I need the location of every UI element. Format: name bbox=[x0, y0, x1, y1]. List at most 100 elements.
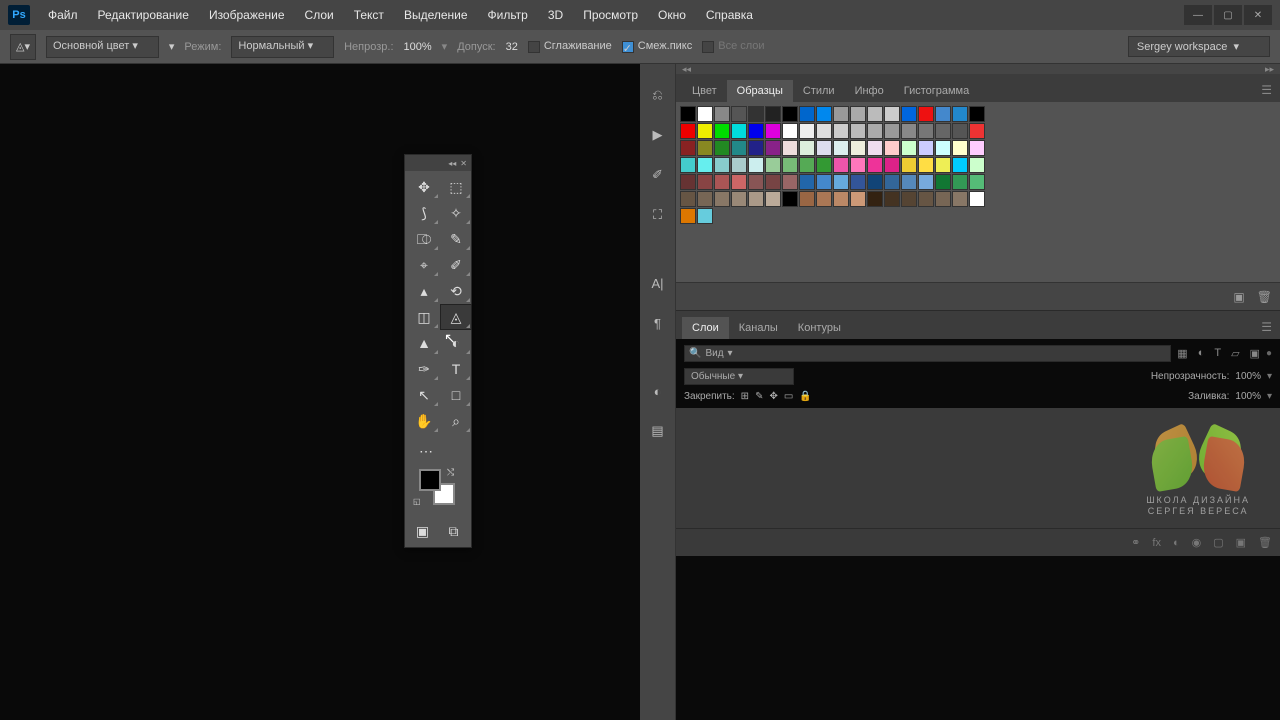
adjustments-panel-icon[interactable]: ◐ bbox=[647, 380, 669, 402]
filter-toggle-icon[interactable]: ● bbox=[1266, 348, 1272, 359]
swatch[interactable] bbox=[765, 106, 781, 122]
lasso-tool[interactable]: ⟆ bbox=[409, 201, 439, 225]
swatch[interactable] bbox=[969, 106, 985, 122]
bucket-icon[interactable]: ◬▾ bbox=[10, 34, 36, 60]
swatch[interactable] bbox=[884, 191, 900, 207]
swatch[interactable] bbox=[697, 208, 713, 224]
filter-adjust-icon[interactable]: ◐ bbox=[1198, 347, 1205, 360]
layer-opacity-value[interactable]: 100% bbox=[1235, 371, 1261, 382]
workspace-select[interactable]: Sergey workspace ▾ bbox=[1128, 36, 1270, 57]
antialias-checkbox[interactable]: Сглаживание bbox=[528, 40, 612, 52]
swatch[interactable] bbox=[697, 140, 713, 156]
swatch[interactable] bbox=[884, 174, 900, 190]
canvas[interactable]: ◂◂✕ ✥⬚⟆✧⎄✎⌖✐▴⟲◫◬▲◐✑T↖□✋⌕ ⋯ ⤭ ◱ ▣ ⧉ ↖ bbox=[0, 64, 640, 720]
menu-выделение[interactable]: Выделение bbox=[394, 4, 478, 26]
pen-tool[interactable]: ✑ bbox=[409, 357, 439, 381]
swatch[interactable] bbox=[782, 191, 798, 207]
swatch[interactable] bbox=[935, 174, 951, 190]
swatch[interactable] bbox=[748, 174, 764, 190]
swatch[interactable] bbox=[952, 123, 968, 139]
swatch[interactable] bbox=[748, 140, 764, 156]
swatch[interactable] bbox=[680, 208, 696, 224]
swatch[interactable] bbox=[952, 174, 968, 190]
lock-all-icon[interactable]: 🔒 bbox=[799, 391, 811, 402]
adjustment-layer-icon[interactable]: ◉ bbox=[1192, 536, 1202, 549]
quickmask-button[interactable]: ▣ bbox=[409, 519, 436, 543]
type-tool[interactable]: T bbox=[441, 357, 471, 381]
swatch[interactable] bbox=[918, 157, 934, 173]
swatch[interactable] bbox=[935, 123, 951, 139]
swatch[interactable] bbox=[731, 191, 747, 207]
blend-mode-select[interactable]: Обычные ▾ bbox=[684, 368, 794, 385]
menu-файл[interactable]: Файл bbox=[38, 4, 88, 26]
panel-menu-icon[interactable]: ☰ bbox=[1253, 78, 1280, 102]
swatch[interactable] bbox=[799, 140, 815, 156]
layer-filter-select[interactable]: 🔍 Вид ▾ bbox=[684, 345, 1171, 362]
foreground-color[interactable] bbox=[419, 469, 441, 491]
swatch[interactable] bbox=[782, 174, 798, 190]
swatch[interactable] bbox=[969, 123, 985, 139]
stamp-tool[interactable]: ▴ bbox=[409, 279, 439, 303]
swatch[interactable] bbox=[935, 106, 951, 122]
swatch[interactable] bbox=[782, 123, 798, 139]
swatch[interactable] bbox=[850, 123, 866, 139]
swatch[interactable] bbox=[748, 106, 764, 122]
tab-каналы[interactable]: Каналы bbox=[729, 317, 788, 339]
swatch[interactable] bbox=[833, 140, 849, 156]
filter-shape-icon[interactable]: ▱ bbox=[1231, 347, 1239, 360]
swatch[interactable] bbox=[816, 106, 832, 122]
new-swatch-icon[interactable]: ▣ bbox=[1233, 290, 1244, 304]
filter-pixel-icon[interactable]: ▦ bbox=[1177, 347, 1187, 360]
panel-menu-icon[interactable]: ☰ bbox=[1253, 315, 1280, 339]
collapse-right-icon[interactable]: ▸▸ bbox=[1265, 64, 1274, 74]
delete-layer-icon[interactable]: 🗑 bbox=[1258, 536, 1272, 549]
swatch[interactable] bbox=[816, 191, 832, 207]
tolerance-value[interactable]: 32 bbox=[506, 41, 518, 53]
swatch[interactable] bbox=[969, 157, 985, 173]
swatch[interactable] bbox=[867, 157, 883, 173]
swatch[interactable] bbox=[748, 157, 764, 173]
swatch[interactable] bbox=[680, 140, 696, 156]
history-panel-icon[interactable]: ⎌ bbox=[647, 84, 669, 106]
swatch[interactable] bbox=[935, 140, 951, 156]
swatch[interactable] bbox=[833, 123, 849, 139]
close-button[interactable]: ✕ bbox=[1244, 5, 1272, 25]
swatch[interactable] bbox=[680, 123, 696, 139]
swatch[interactable] bbox=[901, 106, 917, 122]
swatch[interactable] bbox=[884, 106, 900, 122]
swatch[interactable] bbox=[884, 140, 900, 156]
opacity-value[interactable]: 100% bbox=[404, 41, 432, 53]
menu-просмотр[interactable]: Просмотр bbox=[573, 4, 648, 26]
swatch[interactable] bbox=[918, 106, 934, 122]
swatch[interactable] bbox=[850, 106, 866, 122]
menu-текст[interactable]: Текст bbox=[344, 4, 394, 26]
swatch[interactable] bbox=[731, 174, 747, 190]
collapse-left-icon[interactable]: ◂◂ bbox=[682, 64, 691, 74]
swatch[interactable] bbox=[867, 174, 883, 190]
swatch[interactable] bbox=[833, 157, 849, 173]
history-brush-tool[interactable]: ⟲ bbox=[441, 279, 471, 303]
swatch[interactable] bbox=[799, 106, 815, 122]
swatch[interactable] bbox=[867, 123, 883, 139]
link-layers-icon[interactable]: ⚭ bbox=[1131, 536, 1140, 549]
swatch[interactable] bbox=[884, 157, 900, 173]
properties-panel-icon[interactable]: ⛶ bbox=[647, 204, 669, 226]
menu-редактирование[interactable]: Редактирование bbox=[88, 4, 199, 26]
menu-фильтр[interactable]: Фильтр bbox=[478, 4, 538, 26]
swatch[interactable] bbox=[799, 157, 815, 173]
tools-header[interactable]: ◂◂✕ bbox=[405, 155, 471, 171]
tab-гистограмма[interactable]: Гистограмма bbox=[894, 80, 980, 102]
swatch[interactable] bbox=[867, 106, 883, 122]
swatch[interactable] bbox=[901, 174, 917, 190]
rectangle-tool[interactable]: □ bbox=[441, 383, 471, 407]
swatch[interactable] bbox=[816, 123, 832, 139]
contiguous-checkbox[interactable]: ✓Смеж.пикс bbox=[622, 40, 692, 52]
tab-стили[interactable]: Стили bbox=[793, 80, 845, 102]
swatch[interactable] bbox=[867, 191, 883, 207]
brush-tool[interactable]: ✐ bbox=[441, 253, 471, 277]
swatch[interactable] bbox=[680, 157, 696, 173]
actions-panel-icon[interactable]: ▶ bbox=[647, 124, 669, 146]
swatch[interactable] bbox=[867, 140, 883, 156]
layers-list[interactable]: ШКОЛА ДИЗАЙНАСЕРГЕЯ ВЕРЕСА bbox=[676, 408, 1280, 528]
bucket-tool[interactable]: ◬ bbox=[441, 305, 471, 329]
